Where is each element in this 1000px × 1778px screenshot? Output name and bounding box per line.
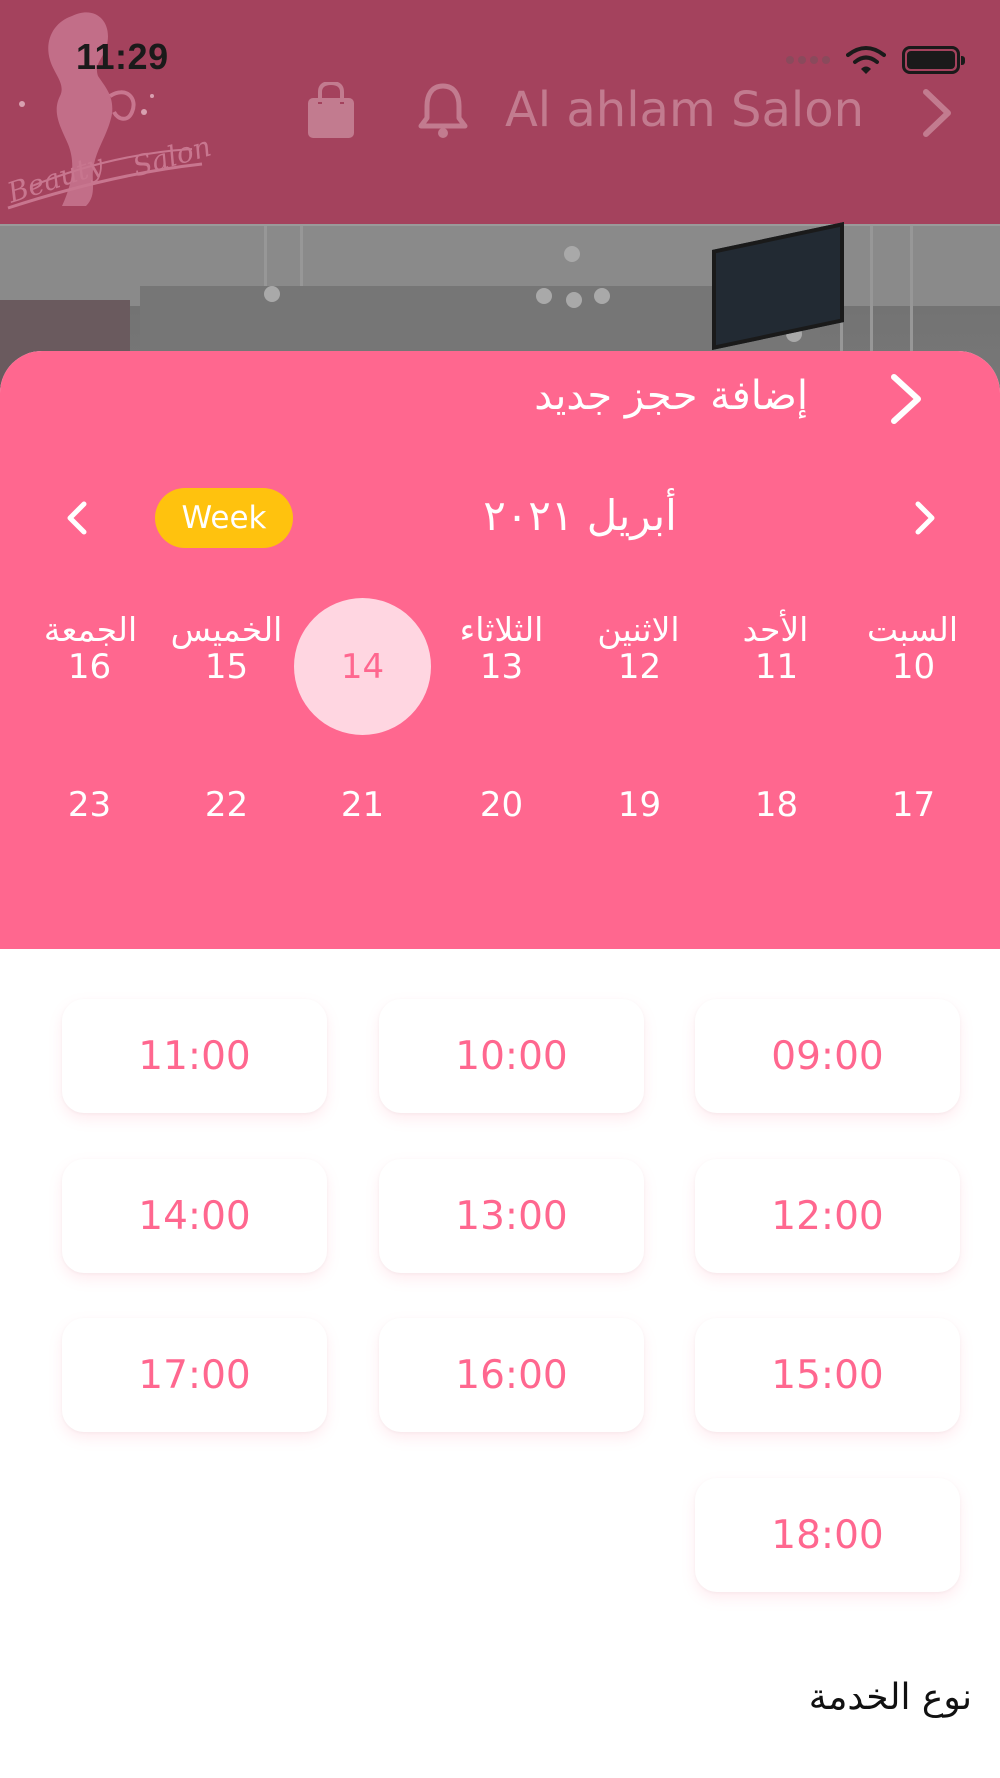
booking-sheet: إضافة حجز جديد Week أبريل ٢٠٢١ السبت الأ… xyxy=(0,351,1000,1778)
time-slot-button[interactable]: 16:00 xyxy=(379,1318,644,1432)
calendar-day[interactable]: 23 xyxy=(21,736,158,873)
status-icons xyxy=(786,42,965,78)
time-slot-button[interactable]: 10:00 xyxy=(379,999,644,1113)
time-slot-button[interactable]: 13:00 xyxy=(379,1159,644,1273)
calendar-day[interactable]: 15 xyxy=(158,598,295,735)
calendar-day-selected[interactable]: 14 xyxy=(294,598,431,735)
calendar-day[interactable]: 20 xyxy=(433,736,570,873)
month-label: أبريل ٢٠٢١ xyxy=(483,491,677,540)
calendar-day[interactable]: 17 xyxy=(845,736,982,873)
wifi-icon xyxy=(846,46,886,74)
calendar-day[interactable]: 13 xyxy=(433,598,570,735)
sheet-title: إضافة حجز جديد xyxy=(534,373,808,419)
calendar-day[interactable]: 12 xyxy=(571,598,708,735)
bell-icon[interactable] xyxy=(418,82,468,140)
calendar-day[interactable]: 16 xyxy=(21,598,158,735)
week-toggle-button[interactable]: Week xyxy=(155,488,293,548)
salon-header: Beauty Salon 11:29 Al ahlam Salon xyxy=(0,0,1000,224)
chevron-right-icon[interactable] xyxy=(920,88,954,138)
back-button[interactable] xyxy=(882,371,930,427)
calendar-panel: إضافة حجز جديد Week أبريل ٢٠٢١ السبت الأ… xyxy=(0,351,1000,949)
time-slot-button[interactable]: 09:00 xyxy=(695,999,960,1113)
status-time: 11:29 xyxy=(76,36,169,77)
app-screen: Beauty Salon 11:29 Al ahlam Salon إضافة … xyxy=(0,0,1000,1778)
time-slot-button[interactable]: 17:00 xyxy=(62,1318,327,1432)
calendar-day[interactable]: 18 xyxy=(708,736,845,873)
prev-week-button[interactable] xyxy=(58,498,98,538)
time-slot-button[interactable]: 14:00 xyxy=(62,1159,327,1273)
salon-name: Al ahlam Salon xyxy=(504,82,864,138)
shopping-bag-icon[interactable] xyxy=(306,82,356,140)
next-week-button[interactable] xyxy=(904,498,944,538)
time-slot-button[interactable]: 15:00 xyxy=(695,1318,960,1432)
calendar-day[interactable]: 21 xyxy=(294,736,431,873)
time-slot-button[interactable]: 11:00 xyxy=(62,999,327,1113)
service-type-label: نوع الخدمة xyxy=(808,1677,972,1718)
calendar-day[interactable]: 11 xyxy=(708,598,845,735)
calendar-day[interactable]: 10 xyxy=(845,598,982,735)
calendar-day[interactable]: 19 xyxy=(571,736,708,873)
time-slot-button[interactable]: 12:00 xyxy=(695,1159,960,1273)
calendar-day[interactable]: 22 xyxy=(158,736,295,873)
time-slot-button[interactable]: 18:00 xyxy=(695,1478,960,1592)
battery-icon xyxy=(902,46,965,74)
signal-icon xyxy=(786,56,830,64)
